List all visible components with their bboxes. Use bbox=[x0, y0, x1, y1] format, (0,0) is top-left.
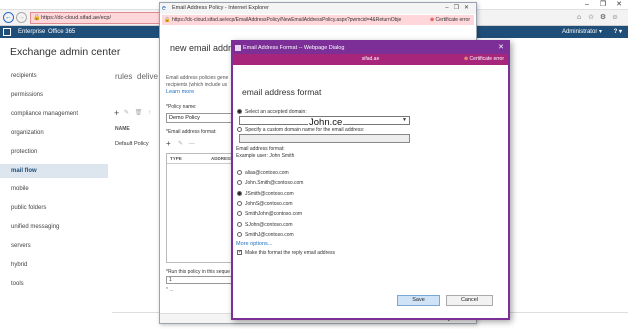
add-icon[interactable]: + bbox=[114, 108, 119, 118]
run-sequence-label: *Run this policy in this seque bbox=[166, 269, 230, 275]
format-list-header: TYPE ADDRESS bbox=[167, 154, 233, 164]
format-option-label: alias@contoso.com bbox=[245, 170, 289, 176]
example-user-text: Example user: John Smith bbox=[236, 153, 295, 159]
format-option-radio[interactable] bbox=[237, 180, 242, 186]
format-option-label: SJohn@contoso.com bbox=[245, 221, 293, 228]
policy-name-label: *Policy name: bbox=[166, 104, 197, 110]
run-sequence-input[interactable]: 1 bbox=[166, 276, 234, 284]
dialog-address-bar: sifad.ae ⊗ Certificate error bbox=[233, 54, 508, 65]
save-button[interactable]: Save bbox=[397, 295, 440, 306]
nav-item-hybrid[interactable]: hybrid bbox=[11, 262, 27, 268]
office365-label[interactable]: Office 365 bbox=[48, 26, 75, 38]
close-icon[interactable]: ✕ bbox=[612, 0, 626, 10]
column-header-address[interactable]: ADDRESS bbox=[211, 154, 233, 164]
tab-delivery[interactable]: delive bbox=[137, 72, 158, 81]
cancel-button[interactable]: Cancel bbox=[446, 295, 493, 306]
format-option-radio[interactable] bbox=[237, 231, 242, 237]
close-icon[interactable]: ✕ bbox=[498, 42, 504, 54]
star-icon[interactable]: ☆ bbox=[586, 12, 596, 23]
dialog-icon bbox=[235, 45, 241, 51]
policy-window-title: Email Address Policy - Internet Explorer bbox=[172, 5, 269, 11]
certificate-error[interactable]: ⊗ Certificate error bbox=[430, 15, 470, 25]
nav-item-compliance-management[interactable]: compliance management bbox=[11, 111, 78, 117]
window-controls[interactable]: –❐✕ bbox=[445, 3, 474, 14]
policy-description: recipients (which include us bbox=[166, 82, 228, 88]
column-header-name[interactable]: NAME bbox=[115, 126, 130, 132]
more-options-link[interactable]: More options... bbox=[236, 241, 272, 247]
forward-icon[interactable]: → bbox=[16, 12, 27, 23]
smiley-icon[interactable]: ☺ bbox=[610, 12, 620, 23]
lock-icon: 🔒 bbox=[33, 15, 41, 21]
custom-domain-label: Specify a custom domain name for the ema… bbox=[245, 127, 365, 133]
format-option-radio[interactable] bbox=[237, 190, 242, 196]
back-icon[interactable]: ← bbox=[3, 12, 14, 23]
format-option-radio[interactable] bbox=[237, 211, 242, 217]
nav-item-organization[interactable]: organization bbox=[11, 130, 44, 136]
eac-toolbar-icons[interactable]: ✎ 🗑 ↑ bbox=[124, 109, 153, 116]
chevron-down-icon: ▼ bbox=[402, 117, 407, 123]
enterprise-label[interactable]: Enterprise bbox=[18, 26, 45, 38]
email-address-format-dialog: Email Address Format -- Webpage Dialog ✕… bbox=[231, 40, 510, 320]
add-icon[interactable]: + bbox=[166, 139, 171, 148]
maximize-icon[interactable]: ❐ bbox=[596, 0, 610, 10]
certificate-error-label: Certificate error bbox=[435, 17, 470, 23]
page-title: Exchange admin center bbox=[10, 46, 121, 58]
tab-rules[interactable]: rules bbox=[115, 72, 132, 81]
policy-window-titlebar: e Email Address Policy - Internet Explor… bbox=[160, 3, 476, 14]
help-menu[interactable]: ? ▾ bbox=[614, 26, 622, 38]
policy-window-address-bar[interactable]: 🔒 https://dc-cloud.sifad.ae/ecp/EmailAdd… bbox=[162, 15, 474, 25]
nav-item-unified-messaging[interactable]: unified messaging bbox=[11, 224, 59, 230]
dialog-heading: email address format bbox=[242, 87, 322, 97]
certificate-error[interactable]: ⊗ Certificate error bbox=[464, 54, 504, 65]
custom-domain-input[interactable] bbox=[239, 134, 410, 143]
format-option-label: SmithJ@contoso.com bbox=[245, 231, 294, 238]
policy-more-text: * ... bbox=[166, 287, 174, 293]
format-option-radio[interactable] bbox=[237, 221, 242, 227]
minimize-icon[interactable]: – bbox=[580, 0, 594, 10]
nav-item-mobile[interactable]: mobile bbox=[11, 186, 29, 192]
format-option-label: JohnS@contoso.com bbox=[245, 200, 293, 207]
policy-window-url: https://dc-cloud.sifad.ae/ecp/EmailAddre… bbox=[172, 17, 402, 23]
policy-name-input[interactable]: Demo Policy bbox=[166, 113, 234, 123]
home-icon[interactable]: ⌂ bbox=[574, 12, 584, 23]
format-option-radio[interactable] bbox=[237, 170, 242, 175]
policy-description: Email address policies gene bbox=[166, 75, 229, 81]
nav-item-mail-flow[interactable]: mail flow bbox=[11, 168, 37, 174]
format-option-label: John.Smith@contoso.com bbox=[245, 180, 304, 187]
address-bar-url: https://dc-cloud.sifad.ae/ecp/ bbox=[41, 15, 112, 21]
nav-item-permissions[interactable]: permissions bbox=[11, 92, 43, 98]
accepted-domain-radio[interactable] bbox=[237, 109, 242, 114]
nav-item-protection[interactable]: protection bbox=[11, 149, 37, 155]
gear-icon[interactable]: ⚙ bbox=[598, 12, 608, 23]
format-option-label: JSmith@contoso.com bbox=[245, 190, 294, 197]
address-bar[interactable]: 🔒 https://dc-cloud.sifad.ae/ecp/ bbox=[30, 12, 160, 24]
custom-domain-radio[interactable] bbox=[237, 127, 242, 132]
format-toolbar-icons[interactable]: ✎ — bbox=[178, 140, 197, 147]
nav-item-tools[interactable]: tools bbox=[11, 281, 24, 287]
column-header-type[interactable]: TYPE bbox=[170, 154, 182, 164]
format-option-radio[interactable] bbox=[237, 200, 242, 206]
ie-icon: e bbox=[162, 5, 166, 12]
reply-address-label: Make this format the reply email address bbox=[245, 250, 336, 256]
table-row[interactable]: Default Policy bbox=[115, 141, 149, 147]
dialog-title: Email Address Format -- Webpage Dialog bbox=[243, 45, 345, 51]
reply-address-checkbox[interactable]: ✓ bbox=[237, 250, 242, 255]
format-list: TYPE ADDRESS bbox=[166, 153, 234, 263]
nav-item-servers[interactable]: servers bbox=[11, 243, 31, 249]
format-label: Email address format: bbox=[236, 146, 285, 152]
certificate-error-label: Certificate error bbox=[469, 56, 504, 62]
nav-item-recipients[interactable]: recipients bbox=[11, 73, 37, 79]
lock-icon: 🔒 bbox=[164, 17, 171, 23]
format-label: *Email address format: bbox=[166, 129, 217, 135]
format-option-label: SmithJohn@contoso.com bbox=[245, 211, 303, 218]
learn-more-link[interactable]: Learn more bbox=[166, 89, 194, 95]
nav-item-public-folders[interactable]: public folders bbox=[11, 205, 46, 211]
user-menu[interactable]: Administrator ▾ bbox=[562, 26, 602, 38]
office-logo-icon bbox=[3, 28, 11, 36]
accepted-domain-label: Select an accepted domain: bbox=[245, 109, 307, 115]
dialog-titlebar: Email Address Format -- Webpage Dialog ✕ bbox=[233, 42, 508, 54]
